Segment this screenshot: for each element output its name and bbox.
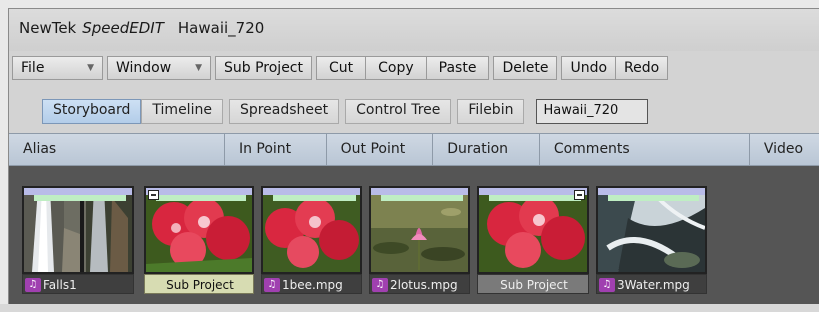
video-track-bar: [598, 188, 705, 195]
storyboard-area[interactable]: ♫ Falls1 Sub Project ♫ 1bee.mpg ♫ 2lotus…: [9, 166, 819, 312]
file-menu-label: File: [21, 60, 45, 76]
clip-label: ♫ 1bee.mpg: [261, 274, 362, 294]
clip-sub-project-1[interactable]: Sub Project: [144, 186, 254, 298]
clip-name: Sub Project: [166, 278, 234, 292]
clip-sub-project-2[interactable]: Sub Project: [477, 186, 589, 298]
video-track-bar: [371, 188, 468, 195]
clip-label: Sub Project: [477, 274, 589, 294]
music-note-icon: ♫: [372, 278, 388, 292]
clip-label: ♫ 3Water.mpg: [596, 274, 707, 294]
copy-button[interactable]: Copy: [366, 56, 427, 80]
clip-name: Falls1: [43, 278, 77, 292]
video-track-bar: [146, 188, 252, 195]
clip-label: ♫ 2lotus.mpg: [369, 274, 470, 294]
clip-name: Sub Project: [500, 278, 568, 292]
audio-track-bar: [489, 195, 581, 201]
column-comments[interactable]: Comments: [540, 134, 750, 165]
tab-control-tree[interactable]: Control Tree: [345, 99, 452, 124]
clip-name: 3Water.mpg: [617, 278, 690, 292]
cut-button[interactable]: Cut: [316, 56, 367, 80]
audio-track-bar: [273, 195, 356, 201]
column-in-point[interactable]: In Point: [225, 134, 327, 165]
tab-timeline[interactable]: Timeline: [141, 99, 223, 124]
chevron-down-icon: ▼: [195, 63, 202, 73]
column-duration[interactable]: Duration: [433, 134, 540, 165]
speededit-window: NewTek SpeedEDIT Hawaii_720 File ▼ Window …: [8, 8, 819, 312]
project-name-field[interactable]: Hawaii_720: [536, 99, 649, 124]
clip-thumbnail: [144, 186, 254, 274]
clip-name: 2lotus.mpg: [390, 278, 458, 292]
video-track-bar: [479, 188, 587, 195]
clip-label: ♫ Falls1: [22, 274, 134, 294]
chevron-down-icon: ▼: [87, 63, 94, 73]
column-alias[interactable]: Alias: [9, 134, 225, 165]
paste-button[interactable]: Paste: [426, 56, 490, 80]
toolbar: File ▼ Window ▼ Sub Project Cut Copy Pas…: [9, 53, 819, 85]
clip-label: Sub Project: [144, 274, 254, 294]
clip-2lotus[interactable]: ♫ 2lotus.mpg: [369, 186, 470, 298]
tab-spreadsheet[interactable]: Spreadsheet: [228, 99, 340, 124]
audio-track-bar: [156, 195, 246, 201]
column-video[interactable]: Video: [750, 134, 819, 165]
video-track-bar: [24, 188, 132, 195]
clip-thumbnail: [261, 186, 362, 274]
delete-button[interactable]: Delete: [493, 56, 558, 80]
redo-button[interactable]: Redo: [616, 56, 669, 80]
clip-thumbnail: [596, 186, 707, 274]
edit-button-group: Cut Copy Paste: [316, 56, 490, 85]
tab-group: Storyboard Timeline: [42, 99, 223, 124]
project-title: Hawaii_720: [177, 19, 265, 37]
collapse-icon[interactable]: [148, 190, 159, 200]
history-button-group: Undo Redo: [561, 56, 669, 85]
clip-3water[interactable]: ♫ 3Water.mpg: [596, 186, 707, 298]
music-note-icon: ♫: [264, 278, 280, 292]
clip-1bee[interactable]: ♫ 1bee.mpg: [261, 186, 362, 298]
tab-filebin[interactable]: Filebin: [457, 99, 525, 124]
column-out-point[interactable]: Out Point: [327, 134, 434, 165]
sub-project-button[interactable]: Sub Project: [215, 56, 312, 80]
music-note-icon: ♫: [599, 278, 615, 292]
window-menu[interactable]: Window ▼: [107, 56, 211, 80]
app-product: SpeedEDIT: [82, 19, 164, 37]
audio-track-bar: [608, 195, 699, 201]
column-header: Alias In Point Out Point Duration Commen…: [9, 133, 819, 166]
app-brand: NewTek: [19, 19, 77, 37]
undo-button[interactable]: Undo: [561, 56, 617, 80]
view-tabs: Storyboard Timeline Spreadsheet Control …: [9, 87, 819, 129]
clip-thumbnail: [369, 186, 470, 274]
clip-thumbnail: [22, 186, 134, 274]
audio-track-bar: [381, 195, 463, 201]
clip-thumbnail: [477, 186, 589, 274]
video-track-bar: [263, 188, 360, 195]
title-bar: NewTek SpeedEDIT Hawaii_720: [9, 9, 819, 51]
collapse-icon[interactable]: [574, 190, 585, 200]
window-menu-label: Window: [116, 60, 172, 76]
music-note-icon: ♫: [25, 278, 41, 292]
clip-name: 1bee.mpg: [282, 278, 343, 292]
status-bar: [0, 304, 819, 312]
audio-track-bar: [34, 195, 126, 201]
tab-storyboard[interactable]: Storyboard: [42, 99, 142, 124]
clip-falls1[interactable]: ♫ Falls1: [22, 186, 134, 298]
file-menu[interactable]: File ▼: [12, 56, 103, 80]
